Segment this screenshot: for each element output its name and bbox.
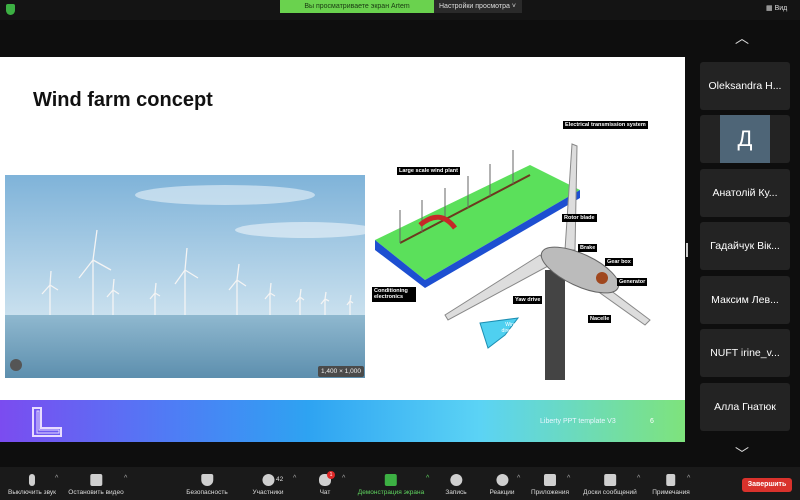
zoom-lens-icon[interactable] bbox=[10, 359, 22, 371]
smiley-icon bbox=[495, 474, 508, 486]
apps-options-caret-icon[interactable]: ^ bbox=[567, 475, 570, 482]
participant-name: NUFT irine_v... bbox=[710, 347, 780, 359]
participant-tile[interactable]: Гадайчук Вік... bbox=[700, 222, 790, 270]
diagram-label: Rotor blade bbox=[562, 214, 597, 223]
audio-options-caret-icon[interactable]: ^ bbox=[55, 475, 58, 482]
view-settings-button[interactable]: Настройки просмотра ˅ bbox=[434, 0, 522, 13]
participants-label: Участники bbox=[252, 489, 284, 496]
liberty-logo-icon bbox=[32, 407, 62, 437]
slide-footer: Liberty PPT template V3 6 bbox=[0, 400, 685, 442]
chat-label: Чат bbox=[319, 489, 331, 496]
security-shield-icon[interactable] bbox=[6, 4, 15, 15]
end-meeting-button[interactable]: Завершить bbox=[742, 478, 792, 492]
shared-slide: Wind farm concept 1,400 × 1,000 Electric… bbox=[0, 57, 685, 442]
notes-icon bbox=[666, 474, 676, 486]
top-bar: Вы просматриваете экран Artem Настройки … bbox=[0, 0, 800, 20]
whiteboards-options-caret-icon[interactable]: ^ bbox=[637, 475, 640, 482]
security-label: Безопасность bbox=[186, 489, 228, 496]
diagram-label: Wind direction bbox=[501, 322, 521, 334]
participant-tile[interactable]: Максим Лев... bbox=[700, 276, 790, 324]
viewing-banner: Вы просматриваете экран Artem bbox=[280, 0, 434, 13]
view-button[interactable]: ▦ Вид bbox=[766, 4, 787, 12]
reactions-options-caret-icon[interactable]: ^ bbox=[517, 475, 520, 482]
slide-title: Wind farm concept bbox=[33, 89, 213, 111]
participant-tile[interactable]: Алла Гнатюк bbox=[700, 383, 790, 431]
notes-options-caret-icon[interactable]: ^ bbox=[687, 475, 690, 482]
participant-name: Гадайчук Вік... bbox=[710, 240, 780, 252]
splitter-handle[interactable] bbox=[686, 243, 688, 257]
scroll-up-chevron-icon[interactable]: ︿ bbox=[735, 28, 749, 48]
security-button[interactable]: Безопасность bbox=[186, 474, 228, 496]
reactions-label: Реакции bbox=[489, 489, 515, 496]
apps-label: Приложения bbox=[530, 489, 570, 496]
whiteboards-label: Доски сообщений bbox=[583, 489, 637, 496]
stop-video-button[interactable]: Остановить видео bbox=[68, 474, 124, 496]
participant-name: Алла Гнатюк bbox=[714, 401, 776, 413]
mute-label: Выключить звук bbox=[7, 489, 57, 496]
diagram-label: Brake bbox=[578, 244, 598, 253]
diagram-label: Conditioning electronics bbox=[372, 287, 416, 302]
participant-name: Анатолій Ку... bbox=[712, 187, 778, 199]
microphone-icon bbox=[29, 474, 35, 486]
notes-label: Примечания bbox=[652, 489, 690, 496]
shield-icon bbox=[201, 474, 213, 486]
participant-tile[interactable]: NUFT irine_v... bbox=[700, 329, 790, 377]
diagram-label: Large scale wind plant bbox=[397, 167, 460, 176]
diagram-label: Gear box bbox=[605, 258, 633, 267]
diagram-label: Electrical transmission system bbox=[563, 121, 648, 130]
record-button[interactable]: Запись bbox=[445, 474, 467, 496]
chat-unread-badge: 1 bbox=[327, 471, 335, 479]
avatar: Д bbox=[720, 115, 770, 163]
view-label: Вид bbox=[774, 5, 788, 12]
participants-options-caret-icon[interactable]: ^ bbox=[293, 475, 296, 482]
footer-template-name: Liberty PPT template V3 bbox=[540, 418, 616, 425]
scroll-down-chevron-icon[interactable]: ﹀ bbox=[735, 444, 749, 464]
apps-button[interactable]: Приложения bbox=[531, 474, 569, 496]
people-icon bbox=[262, 474, 274, 486]
record-label: Запись bbox=[445, 489, 467, 496]
diagram-label: Nacelle bbox=[588, 315, 612, 324]
photo-size-label: 1,400 × 1,000 bbox=[318, 366, 364, 377]
chat-options-caret-icon[interactable]: ^ bbox=[342, 475, 345, 482]
participant-tile[interactable]: Анатолій Ку... bbox=[700, 169, 790, 217]
participant-tile[interactable]: Д bbox=[700, 115, 790, 163]
diagram-label: Generator bbox=[617, 278, 648, 287]
notes-button[interactable]: Примечания bbox=[652, 474, 690, 496]
participant-name: Максим Лев... bbox=[711, 294, 779, 306]
wind-turbine-diagram: Electrical transmission system Large sca… bbox=[370, 110, 670, 380]
video-camera-icon bbox=[89, 474, 102, 486]
reactions-button[interactable]: Реакции bbox=[489, 474, 515, 496]
whiteboards-button[interactable]: Доски сообщений bbox=[583, 474, 637, 496]
stop-video-label: Остановить видео bbox=[68, 489, 124, 496]
participant-name: Oleksandra H... bbox=[708, 80, 782, 92]
wind-farm-photo bbox=[5, 175, 365, 378]
share-options-caret-icon[interactable]: ^ bbox=[426, 475, 429, 482]
whiteboard-icon bbox=[603, 474, 616, 486]
diagram-label: Yaw drive bbox=[513, 296, 543, 305]
participants-count: 42 bbox=[276, 476, 284, 483]
video-options-caret-icon[interactable]: ^ bbox=[124, 475, 127, 482]
slide-page-number: 6 bbox=[650, 418, 654, 425]
mute-button[interactable]: Выключить звук bbox=[8, 474, 56, 496]
share-screen-button[interactable]: Демонстрация экрана bbox=[358, 474, 424, 496]
share-label: Демонстрация экрана bbox=[357, 489, 425, 496]
record-icon bbox=[449, 474, 462, 486]
apps-icon bbox=[544, 474, 556, 486]
participant-tile[interactable]: Oleksandra H... bbox=[700, 62, 790, 110]
share-arrow-icon bbox=[384, 474, 397, 486]
